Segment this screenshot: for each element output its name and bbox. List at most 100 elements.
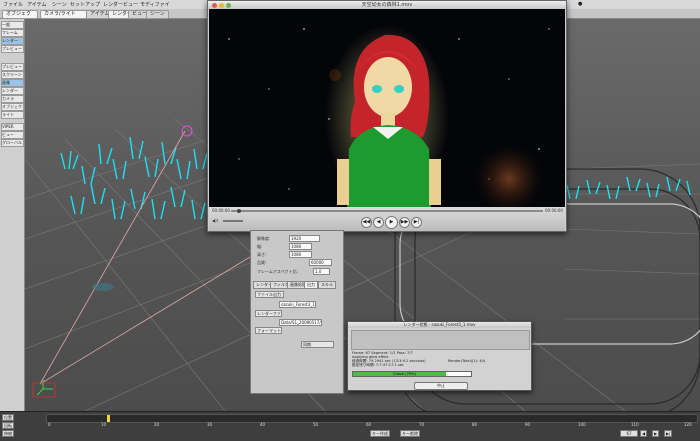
tick-label: 40: [260, 422, 266, 427]
tool-preview-2[interactable]: プレビュー: [1, 63, 24, 71]
close-icon[interactable]: [212, 3, 217, 8]
tab-scene[interactable]: シーン: [146, 10, 169, 19]
mode-select[interactable]: オブジェクト: [2, 10, 38, 24]
field-label: フレームアスペクト比:: [257, 269, 298, 274]
play-button[interactable]: ▶: [385, 216, 398, 229]
step-forward-button[interactable]: ▶|: [411, 217, 422, 228]
quality-field[interactable]: 60000: [309, 259, 332, 266]
render-settings-panel: 解像度: 1920 幅: 1080 高さ: 1080 品質: 60000 フレー…: [250, 230, 344, 394]
rotate-button[interactable]: 回転: [2, 422, 14, 429]
tool-render-2[interactable]: レンダー: [1, 87, 24, 95]
field-label: 解像度:: [257, 236, 271, 241]
status-dialog-title: レンダー状態 - sazuki_Forest3_1.mov: [348, 322, 531, 328]
menu-setup[interactable]: セットアップ: [70, 1, 100, 8]
left-toolbar: 一般 フレーム レンダー プレビュー プレビュー スクリーン 画像 レンダー カ…: [0, 19, 25, 411]
camera-light-select[interactable]: カメラ/ライト: [40, 10, 88, 19]
tool-screen[interactable]: スクリーン: [1, 71, 24, 79]
position-button[interactable]: 位置: [2, 414, 14, 421]
fast-forward-button[interactable]: ▶▶: [399, 217, 410, 228]
field-label: 高さ:: [257, 252, 267, 257]
tool-camera[interactable]: カメラ: [1, 95, 24, 103]
tool-general[interactable]: 一般: [1, 21, 24, 29]
render-status-dialog: レンダー状態 - sazuki_Forest3_1.mov Frame: 67 …: [347, 321, 532, 391]
field-label: 品質:: [257, 260, 267, 265]
video-controls: 00:00:00 00:00:00 ◀)) ◀◀ ◀ ▶ ▶▶ ▶|: [209, 207, 565, 231]
tool-global[interactable]: グローバル: [1, 139, 24, 147]
rewind-button[interactable]: ◀◀: [361, 217, 372, 228]
apple-icon: ●: [578, 1, 583, 7]
video-frame: [209, 9, 565, 207]
current-time: 00:00:00: [212, 208, 230, 213]
tab-skill[interactable]: スキル: [318, 281, 336, 289]
ground-shadow: [92, 283, 114, 291]
timeline: 0 10 20 30 40 50 60 70 80 90 100 110 120…: [0, 411, 700, 441]
rendered-frame: [228, 25, 550, 207]
seek-bar[interactable]: [231, 209, 543, 213]
delete-key-button[interactable]: キー削除: [400, 430, 420, 437]
status-remaining-line: 推定残り時間: 7:7:37:17.1 sec: [352, 363, 404, 367]
tool-light[interactable]: ライト: [1, 111, 24, 119]
menu-modify[interactable]: モディファイ: [140, 1, 170, 8]
minimize-icon[interactable]: [219, 3, 224, 8]
render-info-grid: [351, 330, 530, 350]
menu-item[interactable]: アイテム: [27, 1, 47, 8]
light-target[interactable]: [181, 125, 193, 137]
volume-slider[interactable]: [223, 220, 243, 222]
tick-label: 60: [366, 422, 372, 427]
current-frame-field[interactable]: 67: [620, 430, 638, 437]
menu-view[interactable]: ビュー: [123, 1, 138, 8]
resolution-field[interactable]: 1920: [289, 235, 320, 242]
progress-label: Check (79%): [393, 372, 416, 376]
volume-icon[interactable]: ◀)): [212, 218, 218, 223]
aspect-field[interactable]: 1.0: [313, 268, 330, 275]
end-time: 00:00:00: [545, 208, 563, 213]
height-field[interactable]: 1080: [289, 251, 312, 258]
tool-image[interactable]: 画像: [1, 79, 24, 87]
tool-object[interactable]: オブジェクト: [1, 103, 24, 111]
tab-output[interactable]: 出力: [304, 281, 318, 289]
tool-view[interactable]: ビュー: [1, 131, 24, 139]
width-field[interactable]: 1080: [289, 243, 312, 250]
video-player-window: 天空幼女の森林1.mov 00:00:00 00:00:00 ◀)) ◀◀ ◀ …: [207, 0, 567, 232]
menu-file[interactable]: ファイル: [3, 1, 23, 8]
tick-label: 70: [419, 422, 425, 427]
tool-viper[interactable]: VIPER: [1, 123, 24, 131]
format-button[interactable]: フォーマット: [255, 327, 282, 334]
prev-key-icon[interactable]: ◀: [640, 430, 648, 437]
filename-field[interactable]: sazuki_Forest3_1.mov: [279, 301, 316, 308]
timeline-track[interactable]: [46, 414, 698, 423]
step-back-button[interactable]: ◀: [373, 217, 384, 228]
tick-label: 80: [472, 422, 478, 427]
menu-scene[interactable]: シーン: [52, 1, 67, 8]
video-window-title: 天空幼女の森林1.mov: [208, 1, 566, 9]
tool-frame[interactable]: フレーム: [1, 29, 24, 37]
lens-flare: [475, 145, 543, 207]
tick-label: 100: [578, 422, 586, 427]
tick-label: 30: [207, 422, 213, 427]
tool-render[interactable]: レンダー: [1, 37, 24, 45]
tick-label: 120: [684, 422, 692, 427]
render-tabs: レンダー フィルタ 画像処理 出力 スキル: [253, 281, 341, 289]
menu-render[interactable]: レンダー: [103, 1, 123, 8]
tick-label: 10: [101, 422, 107, 427]
zoom-icon[interactable]: [226, 3, 231, 8]
play-icon[interactable]: ▶: [652, 430, 660, 437]
tick-label: 110: [631, 422, 639, 427]
create-key-button[interactable]: キー作成: [370, 430, 390, 437]
sync-dropdown[interactable]: 同期: [301, 341, 334, 348]
timeline-playhead[interactable]: [107, 415, 110, 422]
render-file-button[interactable]: レンダーファイル: [255, 310, 282, 317]
scale-button[interactable]: 伸縮: [2, 430, 14, 437]
status-total-line: Render(Total)(1): 4/4: [448, 359, 486, 363]
abort-button[interactable]: 中止: [414, 382, 468, 390]
seek-thumb[interactable]: [237, 209, 241, 213]
field-label: 幅:: [257, 244, 263, 249]
render-progress-bar: Check (79%): [352, 371, 472, 377]
tick-label: 50: [313, 422, 319, 427]
tool-preview[interactable]: プレビュー: [1, 45, 24, 53]
path-field[interactable]: Data/S1_20090517/...: [279, 319, 322, 326]
file-output-button[interactable]: ファイル出力: [255, 291, 284, 298]
tick-label: 0: [48, 422, 51, 427]
next-key-icon[interactable]: ▶|: [664, 430, 673, 437]
tick-label: 90: [525, 422, 531, 427]
